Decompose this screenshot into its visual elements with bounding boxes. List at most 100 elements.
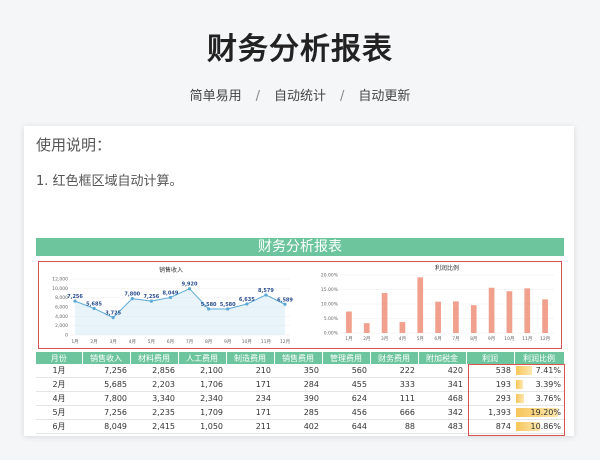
line-chart-data-label: 7,256: [143, 294, 159, 300]
value-cell: 171: [226, 405, 274, 420]
bar-chart-bar: [381, 292, 388, 333]
table-header-row: 月份 销售收入 材料费用 人工费用 制造费用 销售费用 管理费用 财务费用 附加税金 利润 利润比例: [36, 352, 565, 364]
ratio-value: 19.20%: [530, 408, 561, 417]
value-cell: 483: [418, 419, 466, 434]
feature-nav: 简单易用 / 自动统计 / 自动更新: [0, 85, 600, 104]
line-chart-xtick: 9月: [224, 339, 231, 345]
value-cell: 2,340: [178, 391, 226, 406]
line-chart-data-label: 6,589: [277, 297, 293, 303]
month-cell: 5月: [36, 405, 82, 420]
value-cell: 333: [370, 377, 418, 392]
value-cell: 644: [322, 419, 370, 434]
finance-table: 月份 销售收入 材料费用 人工费用 制造费用 销售费用 管理费用 财务费用 附加税金 利润 利润比例…: [36, 352, 565, 434]
line-chart-ytick: 6,000: [55, 305, 68, 311]
bar-chart-bar: [524, 288, 531, 333]
line-chart-xtick: 11月: [261, 339, 271, 345]
ratio-databar: [516, 394, 525, 403]
profit-ratio-cell: 3.39%: [514, 377, 564, 392]
value-cell: 1,706: [178, 377, 226, 392]
bar-chart-bar: [506, 291, 513, 333]
line-chart-xtick: 8月: [205, 339, 212, 345]
bar-chart-xtick: 9月: [488, 336, 495, 342]
line-chart-ytick: 4,000: [55, 314, 68, 320]
bar-chart-xtick: 4月: [399, 336, 406, 342]
bar-chart-xtick: 7月: [452, 336, 459, 342]
profit-ratio-cell: 3.76%: [514, 391, 564, 406]
line-chart-data-label: 7,256: [67, 294, 83, 300]
value-cell: 234: [226, 391, 274, 406]
line-chart-ytick: 10,000: [52, 286, 68, 292]
value-cell: 455: [322, 377, 370, 392]
line-chart-title: 销售收入: [159, 266, 183, 274]
sales-revenue-line-chart: 销售收入12,00010,0008,0006,0004,0002,00007,2…: [52, 266, 293, 345]
table-row: 4月 7,800 3,340 2,340 234 390 624 111 468 293 3.76%: [36, 391, 564, 406]
line-chart-data-label: 9,920: [182, 282, 198, 288]
bar-chart-ytick: 20.00%: [321, 273, 339, 279]
line-chart-data-label: 5,580: [220, 302, 236, 308]
line-chart-xtick: 5月: [148, 339, 155, 345]
column-header: 利润比例: [514, 352, 565, 364]
line-chart-xtick: 1月: [71, 339, 78, 345]
value-cell: 2,856: [130, 364, 178, 378]
column-header: 财务费用: [370, 352, 419, 364]
value-cell: 5,685: [82, 377, 130, 392]
line-chart-ytick: 12,000: [52, 277, 68, 283]
line-chart-xtick: 10月: [242, 339, 252, 345]
bar-chart-bar: [542, 299, 548, 333]
column-header: 制造费用: [226, 352, 275, 364]
bar-chart-xtick: 5月: [417, 336, 424, 342]
bar-chart-bar: [453, 301, 459, 333]
value-cell: 2,100: [178, 364, 226, 378]
bar-chart-xtick: 6月: [434, 336, 441, 342]
value-cell: 88: [370, 419, 418, 434]
profit-ratio-bar-chart: 利润比例 20.00% 15.00% 10.00% 5.00% 0.00% 1月 2月 3月 4月…: [321, 264, 554, 342]
value-cell: 111: [370, 391, 418, 406]
profit-ratio-cell: 7.41%: [514, 364, 564, 378]
line-chart-xtick: 3月: [109, 339, 116, 345]
column-header: 销售收入: [82, 352, 131, 364]
bar-chart-bar: [470, 305, 477, 333]
value-cell: 420: [418, 364, 466, 378]
month-cell: 6月: [36, 419, 82, 434]
profit-ratio-cell: 10.86%: [514, 419, 564, 434]
line-chart-data-label: 3,725: [105, 311, 121, 317]
line-chart-data-label: 5,685: [86, 301, 102, 307]
value-cell: 1,393: [466, 405, 514, 420]
bar-chart-bar: [346, 311, 352, 333]
nav-separator: /: [340, 89, 345, 104]
sheet-title-band: 财务分析报表: [36, 238, 564, 256]
line-chart-data-label: 6,635: [239, 297, 255, 303]
feature-auto-stat: 自动统计: [273, 89, 326, 104]
table-row: 2月 5,685 2,203 1,706 171 284 455 333 341 193 3.39%: [36, 377, 564, 392]
line-chart-xtick: 4月: [129, 339, 136, 345]
usage-instruction: 1. 红色框区域自动计算。: [36, 174, 183, 189]
value-cell: 171: [226, 377, 274, 392]
value-cell: 2,235: [130, 405, 178, 420]
line-chart-data-label: 5,580: [201, 302, 217, 308]
ratio-value: 3.76%: [535, 394, 561, 403]
line-chart-data-label: 8,049: [163, 290, 179, 296]
value-cell: 1,709: [178, 405, 226, 420]
column-header: 月份: [36, 352, 83, 364]
bar-chart-xtick: 2月: [363, 336, 370, 342]
value-cell: 1,050: [178, 419, 226, 434]
profit-ratio-cell: 19.20%: [514, 405, 564, 420]
bar-chart-ytick: 5.00%: [324, 316, 339, 322]
value-cell: 624: [322, 391, 370, 406]
bar-chart-bar: [399, 322, 406, 333]
bar-chart-xtick: 1月: [345, 336, 352, 342]
line-chart-xtick: 2月: [90, 339, 97, 345]
ratio-value: 10.86%: [530, 422, 561, 431]
value-cell: 2,415: [130, 419, 178, 434]
line-chart-data-label: 8,579: [258, 288, 274, 294]
column-header: 材料费用: [130, 352, 179, 364]
month-cell: 2月: [36, 377, 82, 392]
bar-chart-xtick: 3月: [381, 336, 388, 342]
value-cell: 456: [322, 405, 370, 420]
value-cell: 2,203: [130, 377, 178, 392]
bar-chart-bar: [417, 277, 424, 333]
value-cell: 210: [226, 364, 274, 378]
value-cell: 390: [274, 391, 322, 406]
table-row: 6月 8,049 2,415 1,050 211 402 644 88 483 874 10.86%: [36, 419, 564, 434]
value-cell: 284: [274, 377, 322, 392]
